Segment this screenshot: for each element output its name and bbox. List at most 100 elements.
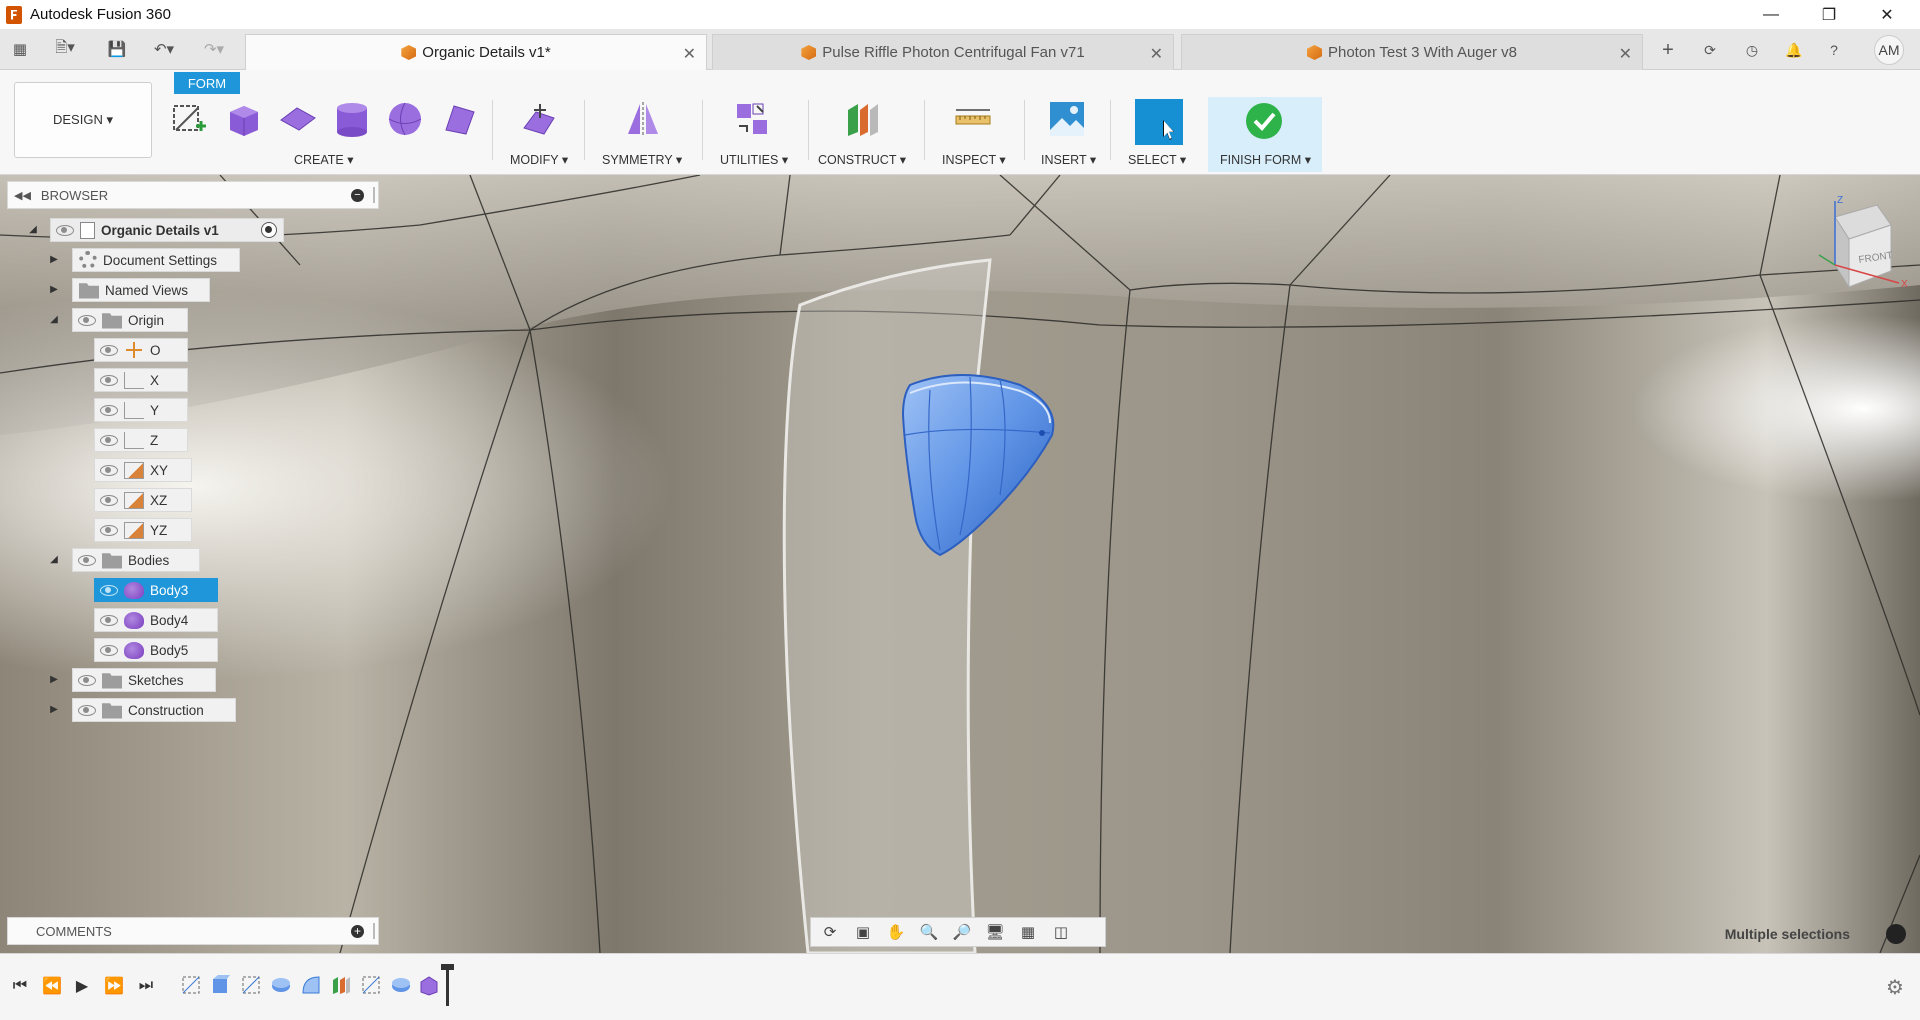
browser-item-y-axis[interactable]: Y xyxy=(94,398,188,422)
look-at-icon[interactable]: ▣ xyxy=(849,921,877,943)
timeline-sketch-icon[interactable] xyxy=(360,974,382,996)
save-icon[interactable]: 💾 xyxy=(106,39,128,59)
notifications-icon[interactable]: 🔔 xyxy=(1782,38,1806,62)
quadball-icon[interactable] xyxy=(440,100,478,138)
browser-item-z-axis[interactable]: Z xyxy=(94,428,188,452)
timeline-marker[interactable] xyxy=(441,964,454,1006)
new-tab-icon[interactable]: + xyxy=(1656,38,1680,62)
timeline-plane-icon[interactable] xyxy=(330,974,352,996)
tree-expand-icon[interactable]: ▶ xyxy=(47,672,61,686)
add-comment-icon[interactable]: + xyxy=(351,925,364,938)
tree-collapse-icon[interactable]: ◢ xyxy=(26,222,40,236)
visibility-eye-icon[interactable] xyxy=(100,404,118,416)
construct-plane-icon[interactable] xyxy=(844,100,882,138)
close-tab-icon[interactable]: ✕ xyxy=(683,44,696,64)
visibility-eye-icon[interactable] xyxy=(100,524,118,536)
browser-item-xz-plane[interactable]: XZ xyxy=(94,488,192,512)
select-menu[interactable]: SELECT ▾ xyxy=(1128,152,1186,167)
file-menu-icon[interactable]: 🗎▾ xyxy=(48,39,82,59)
step-forward-icon[interactable]: ⏩ xyxy=(104,976,124,996)
visibility-eye-icon[interactable] xyxy=(100,494,118,506)
visibility-eye-icon[interactable] xyxy=(100,374,118,386)
browser-item-origin[interactable]: Origin xyxy=(72,308,188,332)
avatar[interactable]: AM xyxy=(1874,35,1904,65)
step-back-icon[interactable]: ⏪ xyxy=(42,976,62,996)
tab-photon-test[interactable]: Photon Test 3 With Auger v8 ✕ xyxy=(1181,34,1643,70)
panel-grip[interactable] xyxy=(373,923,375,939)
browser-item-body3[interactable]: Body3 xyxy=(94,578,218,602)
plane-icon[interactable] xyxy=(279,100,317,138)
browser-panel-header[interactable]: ◀◀ BROWSER − xyxy=(7,181,379,209)
minimize-browser-icon[interactable]: − xyxy=(351,189,364,202)
play-icon[interactable]: ▶ xyxy=(72,976,92,996)
undo-icon[interactable]: ↶▾ xyxy=(145,39,183,59)
finish-form-check-icon[interactable] xyxy=(1245,102,1283,140)
browser-item-xy-plane[interactable]: XY xyxy=(94,458,192,482)
tree-expand-icon[interactable]: ▶ xyxy=(47,282,61,296)
browser-item-bodies[interactable]: Bodies xyxy=(72,548,200,572)
cylinder-icon[interactable] xyxy=(333,100,371,138)
sync-icon[interactable]: ⟳ xyxy=(1698,38,1722,62)
timeline-shell-icon[interactable] xyxy=(300,974,322,996)
utilities-menu[interactable]: UTILITIES ▾ xyxy=(720,152,788,167)
select-icon[interactable] xyxy=(1135,99,1183,145)
tab-pulse-riffle[interactable]: Pulse Riffle Photon Centrifugal Fan v71 … xyxy=(712,34,1174,70)
close-tab-icon[interactable]: ✕ xyxy=(1619,44,1632,64)
collapse-browser-icon[interactable]: ◀◀ xyxy=(14,189,31,202)
pan-hand-icon[interactable]: ✋ xyxy=(882,921,910,943)
visibility-eye-icon[interactable] xyxy=(100,614,118,626)
visibility-eye-icon[interactable] xyxy=(56,224,74,236)
3d-viewport[interactable]: FRONT Z X xyxy=(0,175,1920,953)
restore-button[interactable]: ❐ xyxy=(1800,0,1858,29)
tree-expand-icon[interactable]: ▶ xyxy=(47,702,61,716)
browser-item-body4[interactable]: Body4 xyxy=(94,608,218,632)
timeline-sketch-icon[interactable] xyxy=(180,974,202,996)
apps-grid-icon[interactable]: ▦ xyxy=(9,39,31,59)
insert-image-icon[interactable] xyxy=(1048,100,1086,138)
panel-grip[interactable] xyxy=(373,187,375,203)
browser-root-node[interactable]: Organic Details v1 xyxy=(50,218,284,242)
comments-panel[interactable]: COMMENTS + xyxy=(7,917,379,945)
tree-collapse-icon[interactable]: ◢ xyxy=(47,312,61,326)
close-window-button[interactable]: ✕ xyxy=(1858,0,1916,29)
tab-organic-details[interactable]: Organic Details v1* ✕ xyxy=(245,34,707,70)
visibility-eye-icon[interactable] xyxy=(100,344,118,356)
redo-icon[interactable]: ↷▾ xyxy=(195,39,233,59)
timeline-sketch-icon[interactable] xyxy=(240,974,262,996)
create-menu[interactable]: CREATE ▾ xyxy=(294,152,354,167)
timeline-extrude-icon[interactable] xyxy=(210,974,232,996)
visibility-eye-icon[interactable] xyxy=(78,674,96,686)
model-scene[interactable]: FRONT Z X xyxy=(0,175,1920,953)
viewports-icon[interactable]: ◫ xyxy=(1047,921,1075,943)
box-icon[interactable] xyxy=(224,100,262,138)
finish-form-menu[interactable]: FINISH FORM ▾ xyxy=(1220,152,1311,167)
visibility-eye-icon[interactable] xyxy=(100,464,118,476)
insert-menu[interactable]: INSERT ▾ xyxy=(1041,152,1096,167)
close-tab-icon[interactable]: ✕ xyxy=(1150,44,1163,64)
browser-item-origin-point[interactable]: O xyxy=(94,338,188,362)
symmetry-menu[interactable]: SYMMETRY ▾ xyxy=(602,152,682,167)
orbit-icon[interactable]: ⟳ xyxy=(816,921,844,943)
zoom-icon[interactable]: 🔍 xyxy=(915,921,943,943)
utilities-icon[interactable] xyxy=(733,100,771,138)
minimize-button[interactable]: — xyxy=(1742,0,1800,29)
browser-item-yz-plane[interactable]: YZ xyxy=(94,518,192,542)
selection-filter-icon[interactable] xyxy=(1886,924,1906,944)
browser-item-x-axis[interactable]: X xyxy=(94,368,188,392)
sphere-icon[interactable] xyxy=(386,100,424,138)
browser-item-named-views[interactable]: Named Views xyxy=(72,278,210,302)
help-icon[interactable]: ? xyxy=(1822,38,1846,62)
activate-radio-icon[interactable] xyxy=(261,222,277,238)
go-to-start-icon[interactable]: ⏮ xyxy=(10,976,30,996)
browser-item-body5[interactable]: Body5 xyxy=(94,638,218,662)
create-sketch-icon[interactable] xyxy=(170,100,208,138)
measure-icon[interactable] xyxy=(954,100,992,138)
symmetry-icon[interactable] xyxy=(624,100,662,138)
visibility-eye-icon[interactable] xyxy=(78,314,96,326)
tree-expand-icon[interactable]: ▶ xyxy=(47,252,61,266)
timeline-settings-gear-icon[interactable]: ⚙ xyxy=(1884,976,1906,999)
visibility-eye-icon[interactable] xyxy=(78,554,96,566)
visibility-eye-icon[interactable] xyxy=(78,704,96,716)
construct-menu[interactable]: CONSTRUCT ▾ xyxy=(818,152,906,167)
tree-collapse-icon[interactable]: ◢ xyxy=(47,552,61,566)
